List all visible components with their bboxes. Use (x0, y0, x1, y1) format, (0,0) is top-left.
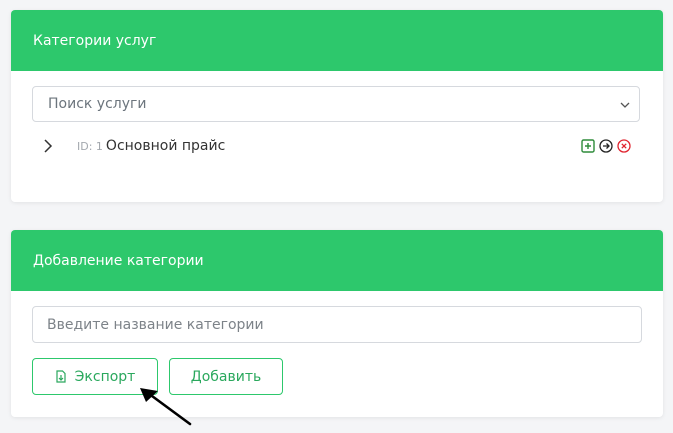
add-category-card-header: Добавление категории (11, 230, 663, 291)
category-tree-item[interactable]: ID: 1 Основной прайс (41, 136, 641, 156)
categories-card: Категории услуг Поиск услуги ID: 1 Основ… (11, 10, 663, 202)
category-name-input[interactable] (32, 306, 642, 343)
service-search-select[interactable]: Поиск услуги (32, 86, 640, 122)
add-category-card: Добавление категории Экспорт Добавить (11, 230, 663, 417)
export-button-label: Экспорт (74, 368, 136, 385)
add-button-label: Добавить (190, 368, 262, 385)
file-export-icon (56, 370, 66, 383)
categories-card-header: Категории услуг (11, 10, 663, 71)
chevron-down-icon (620, 102, 630, 108)
close-circle-icon[interactable] (617, 139, 631, 153)
categories-card-title: Категории услуг (33, 32, 157, 49)
category-name[interactable]: Основной прайс (106, 138, 225, 154)
pointer-arrow-icon (140, 388, 192, 426)
service-search-placeholder: Поиск услуги (48, 96, 147, 112)
category-actions (581, 139, 631, 153)
add-category-card-title: Добавление категории (33, 252, 204, 269)
category-id-label: ID: 1 (77, 139, 103, 153)
arrow-circle-right-icon[interactable] (599, 139, 613, 153)
plus-square-icon[interactable] (581, 139, 595, 153)
chevron-right-icon[interactable] (41, 138, 55, 154)
